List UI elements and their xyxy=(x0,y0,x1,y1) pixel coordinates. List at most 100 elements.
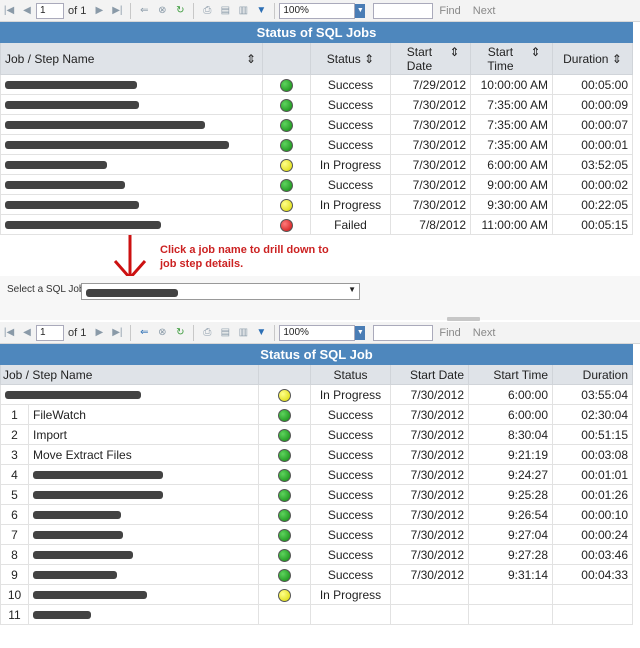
step-name: FileWatch xyxy=(28,404,259,425)
job-name-link[interactable] xyxy=(0,194,263,215)
print-layout-icon[interactable]: ▤ xyxy=(218,5,232,16)
status-cell: Success xyxy=(310,404,391,425)
last-page-icon[interactable]: ▶| xyxy=(110,5,124,16)
previous-page-icon[interactable]: ◀ xyxy=(20,327,34,338)
job-row: Failed 7/8/2012 11:00:00 AM 00:05:15 xyxy=(0,214,634,235)
stop-icon[interactable]: ⊗ xyxy=(155,327,169,338)
status-cell: Success xyxy=(310,174,391,195)
duration-cell: 00:51:15 xyxy=(551,424,634,445)
page-setup-icon[interactable]: ▥ xyxy=(236,327,250,338)
job-name-link[interactable] xyxy=(0,114,263,135)
print-layout-icon[interactable]: ▤ xyxy=(218,327,232,338)
start-date-cell xyxy=(390,604,469,625)
find-input[interactable] xyxy=(373,2,434,19)
col-header-start-time[interactable]: Start Time ⇕ xyxy=(470,42,553,75)
job-row: Success 7/30/2012 7:35:00 AM 00:00:09 xyxy=(0,94,634,115)
status-cell xyxy=(310,604,391,625)
first-page-icon[interactable]: |◀ xyxy=(2,5,16,16)
stop-icon[interactable]: ⊗ xyxy=(155,5,169,16)
status-light-icon xyxy=(280,198,293,212)
page-number-input[interactable]: 1 xyxy=(36,324,64,341)
duration-cell xyxy=(551,604,634,625)
status-light-icon xyxy=(278,388,291,402)
find-input[interactable] xyxy=(373,324,434,341)
start-date-cell: 7/30/2012 xyxy=(390,94,471,115)
status-cell: Success xyxy=(310,504,391,525)
start-date-cell: 7/30/2012 xyxy=(390,564,469,585)
previous-page-icon[interactable]: ◀ xyxy=(20,5,34,16)
step-number: 1 xyxy=(0,404,29,425)
export-icon[interactable]: ▼ xyxy=(254,5,268,16)
step-row: 3 Move Extract Files Success 7/30/2012 9:21:… xyxy=(0,444,634,465)
job-row: In Progress 7/30/2012 6:00:00 AM 03:52:05 xyxy=(0,154,634,175)
refresh-icon[interactable]: ↻ xyxy=(173,327,187,338)
next-link[interactable]: Next xyxy=(473,327,496,339)
drilldown-annotation: Click a job name to drill down to job st… xyxy=(160,244,329,270)
step-name xyxy=(28,604,259,625)
status-indicator xyxy=(258,404,311,425)
status-light-icon xyxy=(280,158,293,172)
find-link[interactable]: Find xyxy=(439,327,460,339)
step-name xyxy=(28,484,259,505)
step-name xyxy=(28,524,259,545)
step-row: 1 FileWatch Success 7/30/2012 6:00:00 02:30:0… xyxy=(0,404,634,425)
zoom-select[interactable]: 100% xyxy=(279,324,356,341)
start-time-cell: 7:35:00 AM xyxy=(470,94,553,115)
redacted-name xyxy=(33,531,123,540)
col-header-name: Job / Step Name xyxy=(0,364,259,385)
duration-cell: 00:00:07 xyxy=(551,114,634,135)
status-indicator xyxy=(262,134,311,155)
start-time-cell: 7:35:00 AM xyxy=(470,134,553,155)
col-header-duration[interactable]: Duration ⇕ xyxy=(551,42,634,75)
export-icon[interactable]: ▼ xyxy=(254,327,268,338)
sort-icon: ⇕ xyxy=(245,51,256,66)
first-page-icon[interactable]: |◀ xyxy=(2,327,16,338)
back-icon[interactable]: ⇐ xyxy=(137,5,151,16)
status-indicator xyxy=(258,604,311,625)
last-page-icon[interactable]: ▶| xyxy=(110,327,124,338)
start-time-cell: 9:00:00 AM xyxy=(470,174,553,195)
job-name-link[interactable] xyxy=(0,134,263,155)
job-name-link[interactable] xyxy=(0,74,263,95)
job-row: Success 7/30/2012 7:35:00 AM 00:00:01 xyxy=(0,134,634,155)
back-icon[interactable]: ⇐ xyxy=(137,327,151,338)
col-header-status[interactable]: Status ⇕ xyxy=(310,42,391,75)
redacted-name xyxy=(5,141,229,150)
zoom-dropdown-icon[interactable]: ▼ xyxy=(355,3,366,18)
job-select[interactable]: ▼ xyxy=(81,283,360,300)
start-time-cell: 6:00:00 xyxy=(468,384,553,405)
status-light-icon xyxy=(280,138,293,152)
page-setup-icon[interactable]: ▥ xyxy=(236,5,250,16)
zoom-dropdown-icon[interactable]: ▼ xyxy=(355,325,366,340)
next-link[interactable]: Next xyxy=(473,5,496,17)
step-number: 4 xyxy=(0,464,29,485)
job-name-link[interactable] xyxy=(0,154,263,175)
next-page-icon[interactable]: ▶ xyxy=(92,327,106,338)
print-icon[interactable]: ⎙ xyxy=(200,5,214,16)
job-name-link[interactable] xyxy=(0,174,263,195)
status-cell: Success xyxy=(310,94,391,115)
status-cell: In Progress xyxy=(310,194,391,215)
redacted-name xyxy=(5,181,125,190)
step-row: 7 Success 7/30/2012 9:27:04 00:00:24 xyxy=(0,524,634,545)
start-time-cell: 9:21:19 xyxy=(468,444,553,465)
refresh-icon[interactable]: ↻ xyxy=(173,5,187,16)
chevron-down-icon[interactable]: ▼ xyxy=(348,285,356,294)
start-date-cell: 7/30/2012 xyxy=(390,464,469,485)
col-header-start-date[interactable]: Start Date ⇕ xyxy=(390,42,471,75)
page-number-input[interactable]: 1 xyxy=(36,2,64,19)
zoom-select[interactable]: 100% xyxy=(279,2,356,19)
find-link[interactable]: Find xyxy=(439,5,460,17)
job-name-link[interactable] xyxy=(0,94,263,115)
print-icon[interactable]: ⎙ xyxy=(200,327,214,338)
status-indicator xyxy=(258,444,311,465)
duration-cell: 00:00:10 xyxy=(551,504,634,525)
start-time-cell: 9:27:28 xyxy=(468,544,553,565)
start-time-cell: 9:27:04 xyxy=(468,524,553,545)
next-page-icon[interactable]: ▶ xyxy=(92,5,106,16)
sort-icon: ⇕ xyxy=(449,44,460,59)
splitter-handle[interactable] xyxy=(447,317,480,321)
start-date-cell: 7/8/2012 xyxy=(390,214,471,235)
col-header-name[interactable]: Job / Step Name ⇕ xyxy=(0,42,263,75)
job-name-link[interactable] xyxy=(0,214,263,235)
